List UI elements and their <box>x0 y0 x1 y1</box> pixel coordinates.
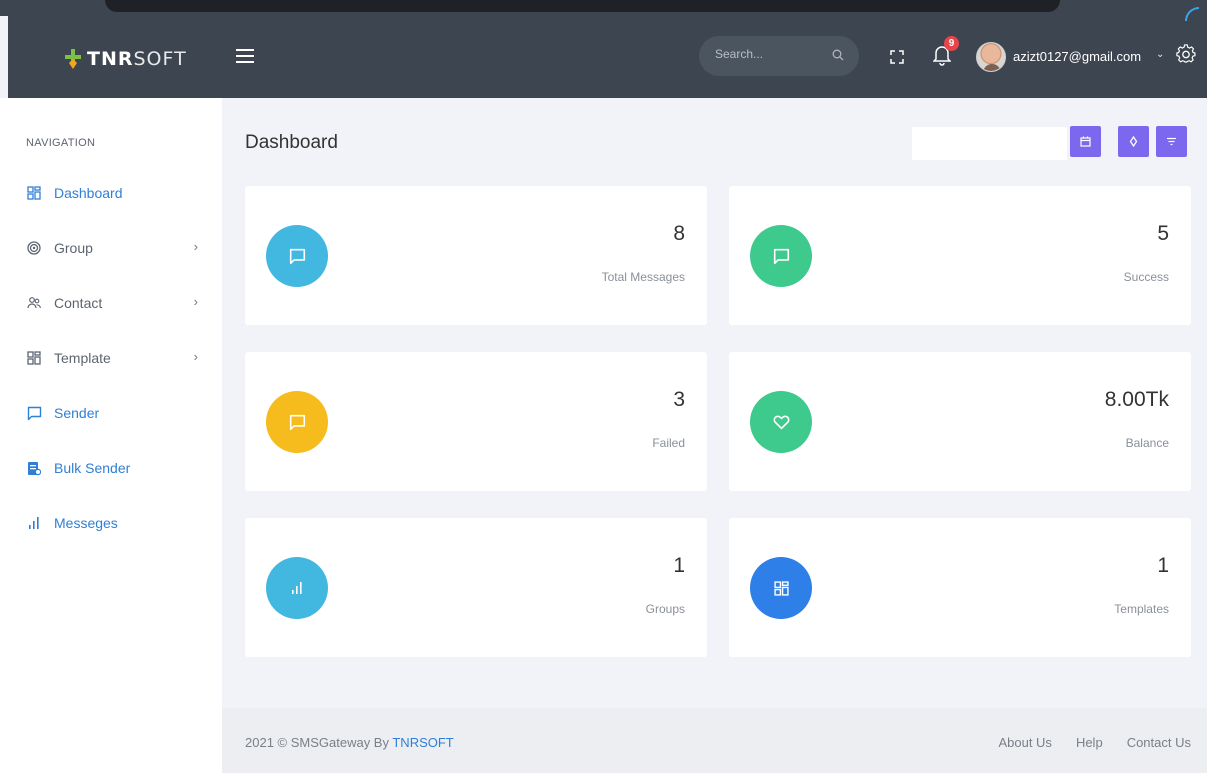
help-link[interactable]: Help <box>1076 735 1103 750</box>
search-box <box>699 36 859 76</box>
stat-icon-circle <box>750 225 812 287</box>
filter-icon <box>1167 137 1176 146</box>
stat-value: 5 <box>1157 222 1169 245</box>
logo-text-bold: TNR <box>87 48 134 70</box>
chevron-down-icon[interactable]: ⌄ <box>1156 49 1164 60</box>
stat-label: Failed <box>652 436 685 450</box>
notification-badge: 9 <box>944 36 959 51</box>
stat-value: 1 <box>673 554 685 577</box>
footer-brand-link[interactable]: TNRSOFT <box>392 735 453 750</box>
target-icon <box>26 240 42 256</box>
stat-card-templates[interactable]: 1 Templates <box>729 518 1191 657</box>
bar-chart-icon <box>292 582 302 594</box>
sidebar-item-bulk-sender[interactable]: Bulk Sender <box>26 456 206 480</box>
refresh-button[interactable] <box>1118 126 1149 157</box>
bar-chart-icon <box>26 515 42 531</box>
stat-icon-circle <box>750 391 812 453</box>
sidebar-item-label: Group <box>54 240 93 256</box>
stat-icon-circle <box>266 391 328 453</box>
grid-icon <box>26 350 42 366</box>
sidebar-item-label: Messeges <box>54 515 118 531</box>
sidebar-item-contact[interactable]: Contact › <box>26 291 206 315</box>
stat-card-balance[interactable]: 8.00Tk Balance <box>729 352 1191 491</box>
sidebar-item-label: Sender <box>54 405 100 421</box>
refresh-icon <box>1129 136 1138 147</box>
user-email[interactable]: azizt0127@gmail.com <box>1013 49 1141 64</box>
users-icon <box>26 295 42 311</box>
chevron-right-icon: › <box>193 239 198 254</box>
sidebar-item-sender[interactable]: Sender <box>26 401 206 425</box>
stat-icon-circle <box>750 557 812 619</box>
stat-icon-circle <box>266 225 328 287</box>
stat-label: Templates <box>1114 602 1169 616</box>
browser-top-strip <box>0 0 1207 16</box>
chevron-right-icon: › <box>193 294 198 309</box>
sidebar-item-group[interactable]: Group › <box>26 236 206 260</box>
sidebar-item-label: Template <box>54 350 111 366</box>
stat-card-failed[interactable]: 3 Failed <box>245 352 707 491</box>
calendar-icon <box>1080 136 1091 147</box>
menu-toggle-icon[interactable] <box>236 49 254 63</box>
footer-copyright: 2021 © SMSGateway By TNRSOFT <box>245 735 454 750</box>
logo-mark-icon <box>65 49 81 69</box>
footer: 2021 © SMSGateway By TNRSOFT About Us He… <box>222 708 1207 773</box>
stat-label: Total Messages <box>601 270 685 284</box>
search-input[interactable] <box>715 47 825 61</box>
grid-icon <box>773 580 789 596</box>
sidebar-item-template[interactable]: Template › <box>26 346 206 370</box>
date-range-input[interactable] <box>912 127 1067 160</box>
about-us-link[interactable]: About Us <box>998 735 1051 750</box>
top-strip-inner <box>105 0 1060 12</box>
notifications-button[interactable]: 9 <box>932 36 959 70</box>
stat-card-total-messages[interactable]: 8 Total Messages <box>245 186 707 325</box>
logo-text: TNRSOFT <box>87 48 187 70</box>
search-icon[interactable] <box>832 49 844 61</box>
stat-card-groups[interactable]: 1 Groups <box>245 518 707 657</box>
grid-icon <box>26 185 42 201</box>
stat-value: 3 <box>673 388 685 411</box>
copyright-text: 2021 © SMSGateway By <box>245 735 393 750</box>
message-icon <box>289 248 305 264</box>
top-navbar: TNRSOFT 9 azizt0127@gmail.com ⌄ <box>8 16 1207 98</box>
filter-button[interactable] <box>1156 126 1187 157</box>
stat-value: 8.00Tk <box>1104 388 1169 411</box>
page-title: Dashboard <box>245 132 338 153</box>
stat-label: Groups <box>645 602 685 616</box>
calendar-button[interactable] <box>1070 126 1101 157</box>
nav-heading: NAVIGATION <box>26 137 96 149</box>
stat-label: Success <box>1123 270 1169 284</box>
fullscreen-icon[interactable] <box>890 50 904 64</box>
document-icon <box>26 460 42 476</box>
sidebar: NAVIGATION Dashboard Group › Contact › T… <box>0 98 222 773</box>
stat-value: 8 <box>673 222 685 245</box>
message-icon <box>773 248 789 264</box>
footer-links: About Us Help Contact Us <box>998 735 1191 750</box>
logo-text-light: SOFT <box>133 48 187 70</box>
sidebar-item-dashboard[interactable]: Dashboard <box>26 181 206 205</box>
sidebar-item-label: Dashboard <box>54 185 123 201</box>
contact-us-link[interactable]: Contact Us <box>1127 735 1191 750</box>
gear-icon[interactable] <box>1176 44 1196 64</box>
stat-label: Balance <box>1125 436 1169 450</box>
stat-value: 1 <box>1157 554 1169 577</box>
message-icon <box>26 405 42 421</box>
brand-logo[interactable]: TNRSOFT <box>63 47 187 71</box>
chevron-right-icon: › <box>193 349 198 364</box>
sidebar-item-label: Bulk Sender <box>54 460 131 476</box>
stat-icon-circle <box>266 557 328 619</box>
avatar[interactable] <box>976 42 1006 72</box>
message-icon <box>289 414 305 430</box>
heart-icon <box>773 415 789 430</box>
sidebar-item-messeges[interactable]: Messeges <box>26 511 206 535</box>
sidebar-item-label: Contact <box>54 295 103 311</box>
stat-card-success[interactable]: 5 Success <box>729 186 1191 325</box>
